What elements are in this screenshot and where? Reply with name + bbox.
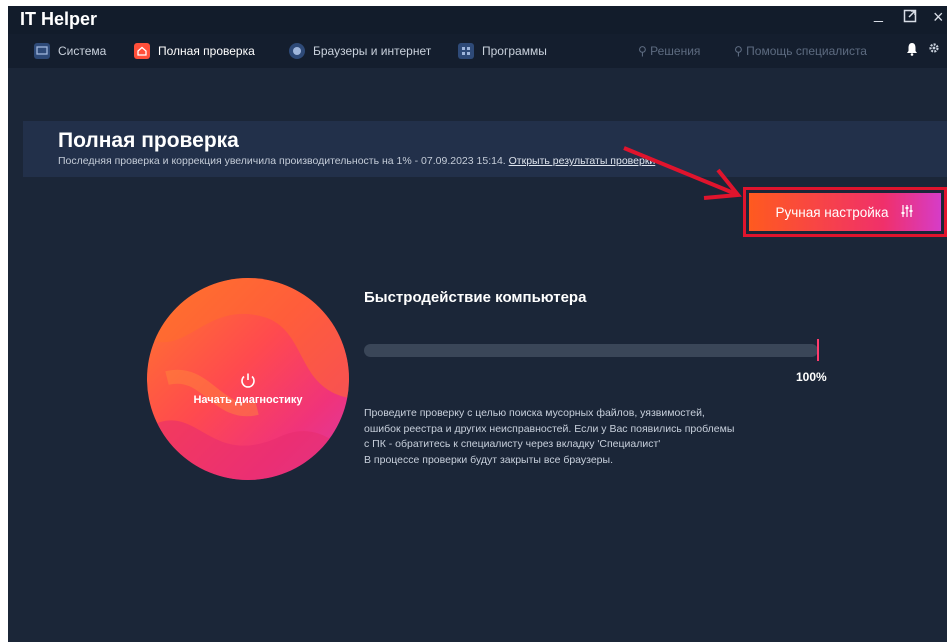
description-line: с ПК - обратитесь к специалисту через вк… — [364, 438, 661, 450]
manual-settings-label: Ручная настройка — [775, 204, 889, 220]
globe-icon — [289, 43, 305, 59]
nav-item-programs[interactable]: Программы — [458, 42, 547, 60]
performance-progress-bar — [364, 344, 818, 357]
description-line: Проведите проверку с целью поиска мусорн… — [364, 407, 705, 419]
search-icon: ⚲ — [734, 44, 743, 58]
performance-percent: 100% — [796, 370, 827, 384]
nav-item-browsers[interactable]: Браузеры и интернет — [289, 42, 431, 60]
performance-title: Быстродействие компьютера — [364, 289, 587, 306]
apps-icon — [458, 43, 474, 59]
start-diagnostic-label: Начать диагностику — [193, 394, 303, 406]
nav-item-full-check[interactable]: Полная проверка — [134, 42, 255, 60]
specialist-help-link[interactable]: ⚲ Помощь специалиста — [734, 44, 867, 58]
header-banner: Полная проверка Последняя проверка и кор… — [23, 121, 947, 177]
nav-item-label: Полная проверка — [158, 44, 255, 58]
sliders-icon — [900, 204, 914, 221]
maximize-button[interactable] — [903, 9, 917, 28]
home-icon — [134, 43, 150, 59]
bell-icon[interactable] — [906, 42, 918, 59]
search-icon: ⚲ — [638, 44, 647, 58]
power-icon — [241, 373, 255, 388]
progress-marker — [817, 339, 819, 361]
solutions-link[interactable]: ⚲ Решения — [638, 44, 700, 58]
close-button[interactable]: × — [933, 7, 944, 28]
nav-item-label: Программы — [482, 44, 547, 58]
page-subtitle: Последняя проверка и коррекция увеличила… — [58, 155, 655, 167]
last-check-text: Последняя проверка и коррекция увеличила… — [58, 155, 506, 167]
solutions-label: Решения — [650, 44, 701, 58]
description-line: ошибок реестра и других неисправностей. … — [364, 422, 735, 435]
start-diagnostic-button[interactable]: Начать диагностику — [147, 278, 349, 480]
specialist-help-label: Помощь специалиста — [746, 44, 867, 58]
annotation-arrow — [623, 146, 742, 200]
minimize-button[interactable]: _ — [874, 6, 883, 24]
nav-item-label: Система — [58, 44, 107, 58]
monitor-icon — [34, 43, 50, 59]
nav-bar: Система Полная проверка Браузеры и интер… — [8, 34, 947, 68]
app-window: IT Helper _ × Система Полная проверка Бр… — [8, 6, 947, 642]
nav-item-sistema[interactable]: Система — [34, 42, 106, 60]
title-bar: IT Helper _ × — [8, 6, 947, 34]
description-line: В процессе проверки будут закрыты все бр… — [364, 453, 613, 466]
app-title: IT Helper — [20, 9, 98, 29]
manual-settings-button[interactable]: Ручная настройка — [743, 187, 947, 237]
gear-icon[interactable] — [928, 42, 940, 57]
nav-item-label: Браузеры и интернет — [313, 44, 432, 58]
page-title: Полная проверка — [58, 129, 239, 152]
description-text: Проведите проверку с целью поиска мусорн… — [364, 406, 824, 468]
